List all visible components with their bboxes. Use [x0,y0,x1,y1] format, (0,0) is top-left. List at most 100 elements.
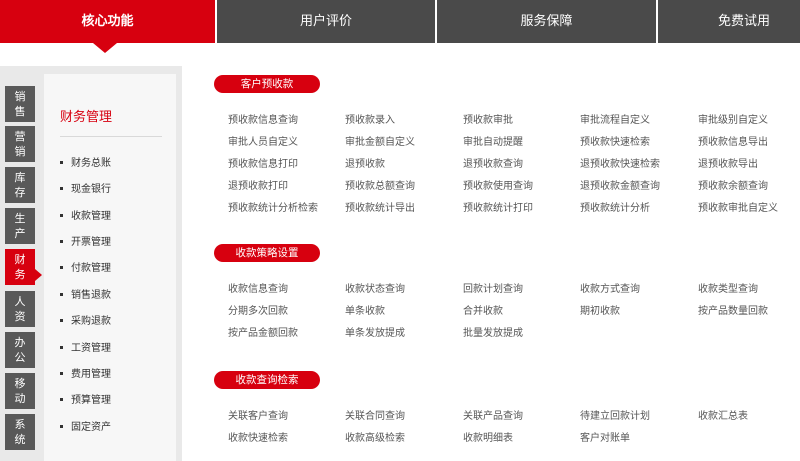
submenu-item-label: 付款管理 [71,263,111,274]
submenu-item-label: 固定资产 [71,422,111,433]
feature-item[interactable]: 退预收款导出 [698,155,758,170]
feature-item[interactable]: 预收款使用查询 [463,177,533,192]
submenu-item-label: 销售退款 [71,290,111,301]
submenu-item[interactable]: 开票管理 [60,233,111,248]
feature-item[interactable]: 单条发放提成 [345,324,405,339]
submenu-item-label: 开票管理 [71,237,111,248]
tab-user-reviews[interactable]: 用户评价 [217,0,435,43]
bullet-icon [60,239,63,243]
feature-item[interactable]: 预收款信息查询 [228,111,298,126]
category-hr[interactable]: 人资 [5,291,35,327]
tab-core-features[interactable]: 核心功能 [0,0,215,43]
section-title: 收款查询检索 [214,371,320,389]
feature-item[interactable]: 预收款录入 [345,111,395,126]
feature-item[interactable]: 收款状态查询 [345,280,405,295]
submenu-panel: 财务管理 财务总账 现金银行 收款管理 开票管理 付款管理 销售退款 采购退款 … [44,74,176,461]
feature-item[interactable]: 单条收款 [345,302,385,317]
category-mobile[interactable]: 移动 [5,373,35,409]
submenu-item[interactable]: 固定资产 [60,418,111,433]
feature-item[interactable]: 回款计划查询 [463,280,523,295]
feature-item[interactable]: 收款快速检索 [228,429,288,444]
feature-item[interactable]: 收款类型查询 [698,280,758,295]
feature-item[interactable]: 预收款统计导出 [345,199,415,214]
submenu-item[interactable]: 财务总账 [60,154,111,169]
bullet-icon [60,160,63,164]
feature-item[interactable]: 收款汇总表 [698,407,748,422]
bullet-icon [60,213,63,217]
feature-item[interactable]: 收款方式查询 [580,280,640,295]
feature-item[interactable]: 预收款审批自定义 [698,199,778,214]
feature-item[interactable]: 按产品数量回款 [698,302,768,317]
feature-item[interactable]: 预收款信息导出 [698,133,768,148]
submenu-item-label: 费用管理 [71,369,111,380]
submenu-item-label: 收款管理 [71,211,111,222]
feature-item[interactable]: 预收款统计分析 [580,199,650,214]
category-system[interactable]: 系统 [5,414,35,450]
feature-item[interactable]: 退预收款 [345,155,385,170]
feature-item[interactable]: 合并收款 [463,302,503,317]
submenu-item[interactable]: 预算管理 [60,391,111,406]
feature-item[interactable]: 预收款余额查询 [698,177,768,192]
feature-item[interactable]: 待建立回款计划 [580,407,650,422]
feature-item[interactable]: 预收款信息打印 [228,155,298,170]
feature-item[interactable]: 审批人员自定义 [228,133,298,148]
category-label: 营销 [14,130,26,158]
submenu-item[interactable]: 采购退款 [60,312,111,327]
category-label: 移动 [14,377,26,405]
active-category-indicator [35,269,42,281]
submenu-item-label: 财务总账 [71,158,111,169]
category-label: 财务 [14,253,26,281]
bullet-icon [60,186,63,190]
bullet-icon [60,292,63,296]
submenu-item[interactable]: 收款管理 [60,207,111,222]
category-marketing[interactable]: 营销 [5,126,35,162]
feature-item[interactable]: 期初收款 [580,302,620,317]
tab-free-trial[interactable]: 免费试用 [658,0,800,43]
feature-item[interactable]: 审批自动提醒 [463,133,523,148]
feature-item[interactable]: 关联合同查询 [345,407,405,422]
submenu-item-label: 采购退款 [71,316,111,327]
feature-item[interactable]: 收款信息查询 [228,280,288,295]
bullet-icon [60,424,63,428]
category-production[interactable]: 生产 [5,208,35,244]
feature-item[interactable]: 退预收款打印 [228,177,288,192]
category-finance[interactable]: 财务 [5,249,35,285]
feature-item[interactable]: 批量发放提成 [463,324,523,339]
submenu-item[interactable]: 现金银行 [60,180,111,195]
bullet-icon [60,371,63,375]
submenu-title: 财务管理 [60,110,113,125]
bullet-icon [60,345,63,349]
feature-item[interactable]: 收款明细表 [463,429,513,444]
category-office[interactable]: 办公 [5,332,35,368]
feature-item[interactable]: 预收款总额查询 [345,177,415,192]
feature-item[interactable]: 审批流程自定义 [580,111,650,126]
bullet-icon [60,265,63,269]
feature-item[interactable]: 关联客户查询 [228,407,288,422]
submenu-item[interactable]: 付款管理 [60,259,111,274]
feature-item[interactable]: 按产品金额回款 [228,324,298,339]
feature-item[interactable]: 客户对账单 [580,429,630,444]
feature-item[interactable]: 审批级别自定义 [698,111,768,126]
submenu-item[interactable]: 工资管理 [60,339,111,354]
active-tab-indicator [93,43,117,53]
category-label: 库存 [14,171,26,199]
submenu-item[interactable]: 销售退款 [60,286,111,301]
category-sales[interactable]: 销售 [5,86,35,122]
feature-item[interactable]: 审批金额自定义 [345,133,415,148]
feature-item[interactable]: 收款高级检索 [345,429,405,444]
feature-item[interactable]: 预收款审批 [463,111,513,126]
category-inventory[interactable]: 库存 [5,167,35,203]
bullet-icon [60,397,63,401]
tab-service-guarantee[interactable]: 服务保障 [437,0,656,43]
left-navigation: 销售 营销 库存 生产 财务 人资 办公 移动 系统 财务管理 财务总账 现金银… [0,66,182,461]
feature-item[interactable]: 预收款统计打印 [463,199,533,214]
feature-item[interactable]: 退预收款快速检索 [580,155,660,170]
feature-item[interactable]: 预收款快速检索 [580,133,650,148]
feature-item[interactable]: 关联产品查询 [463,407,523,422]
submenu-item[interactable]: 费用管理 [60,365,111,380]
category-label: 销售 [14,90,26,118]
feature-item[interactable]: 预收款统计分析检索 [228,199,318,214]
feature-item[interactable]: 退预收款查询 [463,155,523,170]
feature-item[interactable]: 分期多次回款 [228,302,288,317]
feature-item[interactable]: 退预收款金额查询 [580,177,660,192]
